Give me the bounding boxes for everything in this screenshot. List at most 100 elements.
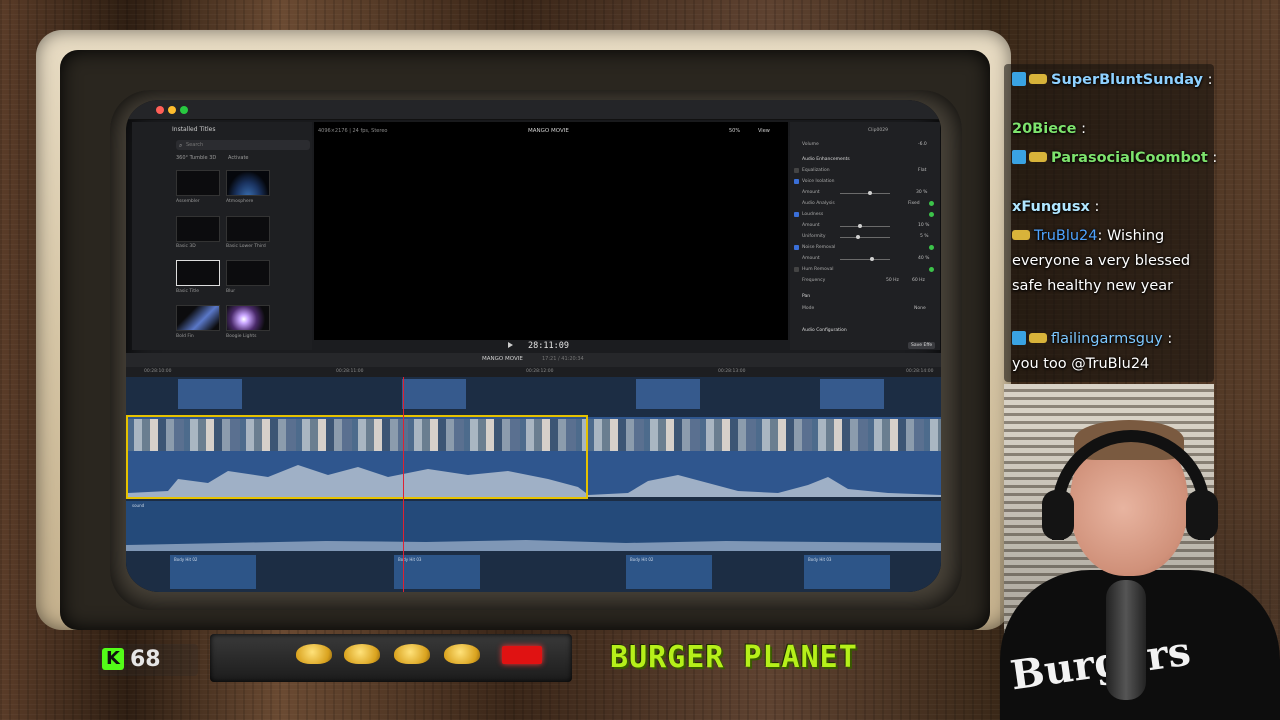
voice-isolation-checkbox[interactable] bbox=[794, 179, 799, 184]
volume-value[interactable]: -6.0 bbox=[918, 142, 927, 147]
pan-header: Pan bbox=[802, 294, 811, 299]
timeline-toolbar: MANGO MOVIE 17:21 / 41:20:34 bbox=[126, 353, 941, 367]
chat-message: flailingarmsguy : bbox=[1012, 327, 1172, 352]
loudness-checkbox[interactable] bbox=[794, 212, 799, 217]
title-label: Blur bbox=[226, 289, 236, 294]
chat-username[interactable]: 20Biece bbox=[1012, 121, 1076, 137]
tv-control-panel bbox=[210, 634, 572, 682]
chat-username[interactable]: ParasocialCoombot bbox=[1051, 150, 1208, 166]
viewer-project-name: MANGO MOVIE bbox=[528, 128, 569, 134]
title-thumbnail[interactable] bbox=[176, 260, 220, 286]
video-clip-selected[interactable] bbox=[126, 415, 588, 499]
chat-text-line: safe healthy new year bbox=[1012, 278, 1174, 294]
sfx-audio-clip[interactable]: Body Hit 03 bbox=[394, 555, 480, 589]
sfx-label: Body Hit 03 bbox=[398, 557, 422, 562]
voice-amount-slider[interactable] bbox=[840, 193, 890, 194]
uniformity-slider[interactable] bbox=[840, 237, 890, 238]
equalization-value[interactable]: Flat bbox=[918, 168, 926, 173]
chat-message: 20Biece : bbox=[1012, 121, 1086, 137]
equalization-label: Equalization bbox=[802, 168, 830, 173]
timeline-ruler[interactable]: 00:28:10:00 00:28:11:00 00:28:12:00 00:2… bbox=[126, 367, 941, 377]
timeline-duration: 17:21 / 41:20:34 bbox=[542, 356, 584, 362]
slider-knob[interactable] bbox=[856, 235, 860, 239]
fcp-screen: Installed Titles ⌕ Search 360° Tumble 3D… bbox=[126, 100, 941, 592]
play-icon[interactable] bbox=[508, 342, 513, 348]
title-thumbnail[interactable] bbox=[176, 216, 220, 242]
channel-logo: BURGER PLANET bbox=[610, 640, 858, 675]
frequency-50-option[interactable]: 50 Hz bbox=[886, 278, 899, 283]
connected-title-clip[interactable] bbox=[636, 379, 700, 409]
browser-title[interactable]: Installed Titles bbox=[172, 126, 215, 133]
sfx-audio-clip[interactable]: Body Hit 02 bbox=[626, 555, 712, 589]
mod-badge-icon bbox=[1012, 72, 1026, 86]
hum-removal-checkbox[interactable] bbox=[794, 267, 799, 272]
zoom-icon[interactable] bbox=[180, 106, 188, 114]
noise-removal-checkbox[interactable] bbox=[794, 245, 799, 250]
title-thumbnail[interactable] bbox=[226, 305, 270, 331]
slider-knob[interactable] bbox=[868, 191, 872, 195]
audio-waveform bbox=[588, 475, 941, 497]
save-effects-button[interactable]: Save Effe bbox=[908, 342, 936, 349]
tv-knob bbox=[444, 644, 480, 664]
music-audio-clip[interactable]: sound bbox=[126, 501, 941, 551]
loudness-amount-slider[interactable] bbox=[840, 226, 890, 227]
timeline[interactable]: Clip0030 sound Body Hit 02 Body Hit 03 bbox=[126, 377, 941, 592]
mod-badge-icon bbox=[1012, 150, 1026, 164]
title-thumbnail[interactable] bbox=[226, 170, 270, 196]
title-thumbnail[interactable] bbox=[226, 260, 270, 286]
car-badge-icon bbox=[1029, 152, 1047, 162]
connected-title-clip[interactable] bbox=[178, 379, 242, 409]
title-thumbnail[interactable] bbox=[176, 305, 220, 331]
music-waveform bbox=[126, 540, 941, 551]
noise-removal-label: Noise Removal bbox=[802, 245, 836, 250]
car-badge-icon bbox=[1012, 230, 1030, 240]
sfx-audio-clip[interactable]: Body Hit 02 bbox=[170, 555, 256, 589]
tv-knob bbox=[394, 644, 430, 664]
slider-knob[interactable] bbox=[870, 257, 874, 261]
ruler-tick: 00:28:12:00 bbox=[526, 369, 554, 374]
mod-badge-icon bbox=[1012, 331, 1026, 345]
car-badge-icon bbox=[1029, 333, 1047, 343]
connected-title-clip[interactable] bbox=[402, 379, 466, 409]
audio-analysis-label: Audio Analysis bbox=[802, 201, 835, 206]
chat-username[interactable]: TruBlu24 bbox=[1034, 228, 1098, 244]
noise-amount-slider[interactable] bbox=[840, 259, 890, 260]
uniformity-value: 5 % bbox=[920, 234, 929, 239]
timeline-project-name[interactable]: MANGO MOVIE bbox=[482, 356, 523, 362]
chat-text: : Wishing bbox=[1097, 228, 1165, 244]
chat-text-line: you too @TruBlu24 bbox=[1012, 356, 1150, 372]
chat-username[interactable]: xFungusx bbox=[1012, 199, 1090, 215]
sfx-audio-clip[interactable]: Body Hit 03 bbox=[804, 555, 890, 589]
connected-title-clip[interactable] bbox=[820, 379, 884, 409]
title-label: Basic 3D bbox=[176, 244, 196, 249]
title-label: Boogie Lights bbox=[226, 334, 257, 339]
timecode-display[interactable]: 28:11:09 bbox=[528, 341, 569, 351]
equalization-checkbox[interactable] bbox=[794, 168, 799, 173]
frequency-label: Frequency bbox=[802, 278, 826, 283]
uniformity-label: Uniformity bbox=[802, 234, 826, 239]
hum-removal-label: Hum Removal bbox=[802, 267, 834, 272]
search-input[interactable]: ⌕ Search bbox=[176, 140, 310, 150]
audio-inspector: Clip0029 Volume -6.0 Audio Enhancements … bbox=[790, 122, 940, 350]
title-thumbnail[interactable] bbox=[226, 216, 270, 242]
chat-username[interactable]: SuperBluntSunday bbox=[1051, 72, 1203, 88]
minimize-icon[interactable] bbox=[168, 106, 176, 114]
frequency-60-option[interactable]: 60 Hz bbox=[912, 278, 925, 283]
chat-message: SuperBluntSunday : bbox=[1012, 68, 1213, 93]
view-dropdown[interactable]: View bbox=[758, 128, 770, 134]
close-icon[interactable] bbox=[156, 106, 164, 114]
playhead[interactable] bbox=[403, 377, 404, 592]
search-icon: ⌕ bbox=[179, 142, 183, 149]
viewer: 4096×2176 | 24 fps, Stereo MANGO MOVIE 5… bbox=[314, 122, 788, 352]
slider-knob[interactable] bbox=[858, 224, 862, 228]
viewer-canvas[interactable] bbox=[314, 140, 788, 340]
headset-earcup bbox=[1186, 490, 1218, 540]
mode-value[interactable]: None bbox=[914, 306, 926, 311]
zoom-dropdown[interactable]: 50% bbox=[729, 128, 740, 134]
title-thumbnail[interactable] bbox=[176, 170, 220, 196]
clip-filmstrip bbox=[128, 419, 586, 451]
sfx-label: Body Hit 03 bbox=[808, 557, 832, 562]
chat-username[interactable]: flailingarmsguy bbox=[1051, 331, 1163, 347]
webcam-feed: Burgers bbox=[1000, 420, 1280, 720]
video-clip[interactable] bbox=[588, 417, 941, 497]
